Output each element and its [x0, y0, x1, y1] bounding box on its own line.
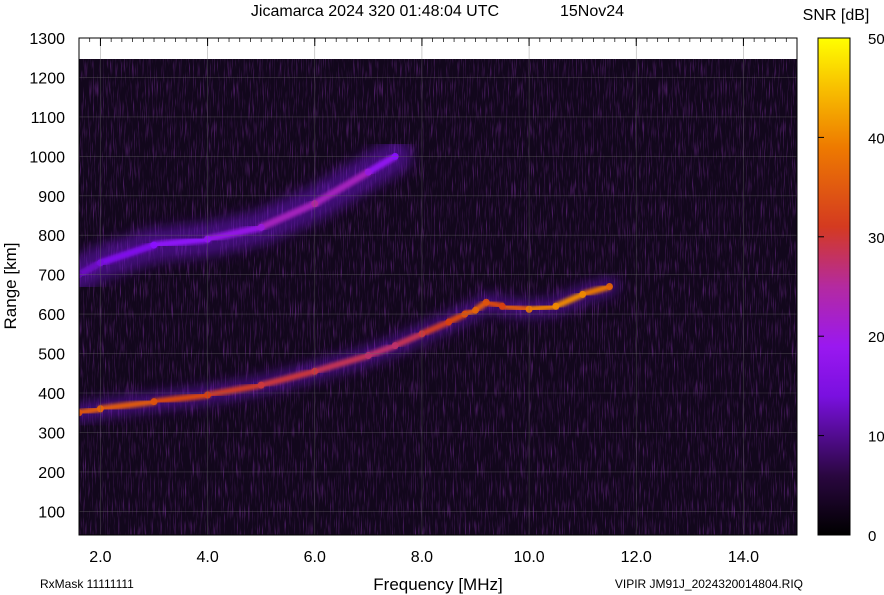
colorbar-tick-label: 40 [868, 130, 884, 147]
ionogram-figure: Jicamarca 2024 320 01:48:04 UTC 15Nov24 … [1, 3, 884, 594]
colorbar: SNR [dB] 0 10 20 30 40 50 [803, 7, 884, 545]
echo-point [579, 290, 587, 298]
colorbar-tick-label: 30 [868, 230, 884, 247]
y-tick-label: 700 [38, 268, 65, 285]
echo-point [257, 381, 265, 389]
echo-point [552, 302, 560, 310]
file-name-label: VIPIR JM91J_2024320014804.RIQ [615, 577, 803, 591]
y-axis-label: Range [km] [1, 243, 20, 330]
x-tick-label: 10.0 [514, 549, 545, 566]
colorbar-tick-label: 10 [868, 429, 884, 446]
y-tick-label: 800 [38, 228, 65, 245]
echo-point [472, 306, 480, 314]
echo-point [445, 318, 453, 326]
echo-point [257, 223, 265, 231]
colorbar-tick-label: 50 [868, 31, 884, 48]
y-tick-label: 500 [38, 347, 65, 364]
date-label: 15Nov24 [560, 3, 624, 20]
echo-point [482, 298, 490, 306]
x-tick-label: 8.0 [411, 549, 433, 566]
x-axis-label: Frequency [MHz] [373, 575, 502, 594]
y-tick-label: 1100 [31, 110, 66, 127]
colorbar-tick-label: 20 [868, 329, 884, 346]
echo-trace-segment [526, 303, 559, 313]
x-tick-label: 4.0 [196, 549, 218, 566]
y-tick-label: 600 [38, 307, 65, 324]
y-tick-layer: 100 200 300 400 500 600 700 800 900 1000 1100 1200 1… [29, 31, 65, 521]
y-tick-label: 300 [38, 425, 65, 442]
x-tick-label: 2.0 [89, 549, 111, 566]
x-tick-label: 12.0 [621, 549, 652, 566]
echo-point [364, 352, 372, 360]
echo-point [364, 168, 372, 176]
rx-mask-label: RxMask 11111111 [40, 577, 134, 591]
chart-title: Jicamarca 2024 320 01:48:04 UTC [251, 3, 499, 20]
x-tick-label: 14.0 [728, 549, 759, 566]
y-tick-label: 1000 [29, 149, 65, 166]
echo-point [150, 241, 158, 249]
colorbar-gradient [817, 37, 851, 536]
colorbar-label: SNR [dB] [803, 7, 870, 24]
y-tick-label: 1300 [29, 31, 65, 48]
colorbar-tick-label: 0 [868, 528, 876, 545]
echo-point [605, 283, 613, 290]
x-tick-label: 6.0 [304, 549, 326, 566]
y-tick-label: 900 [38, 189, 65, 206]
echo-trace-segment [499, 303, 533, 313]
echo-point [498, 302, 506, 310]
y-tick-label: 200 [38, 465, 65, 482]
y-tick-label: 100 [38, 504, 65, 521]
y-tick-label: 400 [38, 386, 65, 403]
noise-texture [79, 59, 797, 535]
echo-point [391, 342, 399, 350]
echo-point [150, 398, 158, 406]
plot-area: 2.0 4.0 6.0 8.0 10.0 12.0 14.0 100 200 300 400 500… [29, 31, 798, 566]
y-tick-label: 1200 [29, 70, 65, 87]
